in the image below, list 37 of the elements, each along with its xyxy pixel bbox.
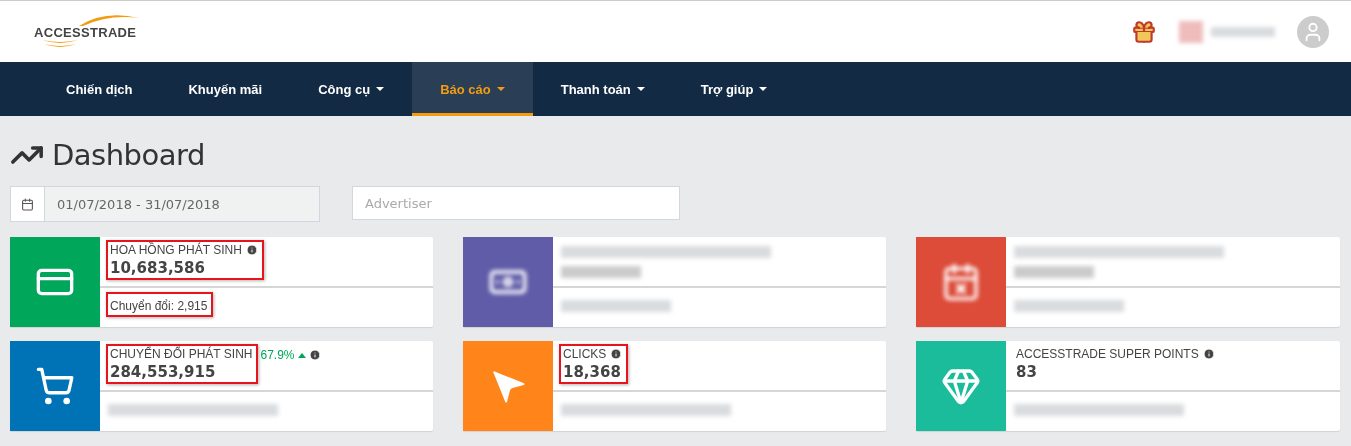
nav-tab[interactable]: Báo cáo xyxy=(412,62,533,116)
redacted-flag xyxy=(1179,20,1203,43)
info-icon[interactable] xyxy=(1202,348,1215,360)
stat-label: ACCESSTRADE SUPER POINTS xyxy=(1016,347,1199,361)
redacted-text xyxy=(1211,26,1275,37)
nav-tab[interactable]: Chiến dịch xyxy=(38,62,161,116)
diamond-icon xyxy=(941,366,981,406)
gift-icon[interactable] xyxy=(1131,18,1157,45)
info-icon[interactable] xyxy=(245,244,258,256)
swoosh-icon xyxy=(79,14,139,26)
stat-value: 83 xyxy=(1016,363,1038,381)
info-icon[interactable] xyxy=(308,349,321,361)
nav-tab[interactable]: Khuyến mãi xyxy=(160,62,291,116)
stat-label: CHUYỂN ĐỔI PHÁT SINH xyxy=(110,347,253,361)
trend-percent: 67.9% xyxy=(260,348,295,362)
stat-footer: Chuyển đổi: 2,915 xyxy=(110,299,208,313)
date-range-field[interactable]: 01/07/2018 - 31/07/2018 xyxy=(10,186,320,222)
caret-icon xyxy=(496,87,505,91)
stat-value: 10,683,586 xyxy=(110,259,206,277)
caret-icon xyxy=(376,87,385,91)
stat-value: 18,368 xyxy=(563,363,622,381)
shopping-cart-icon xyxy=(35,366,75,406)
stat-label: HOA HỒNG PHÁT SINH xyxy=(110,243,242,257)
stat-value: 284,553,915 xyxy=(110,363,217,381)
logo[interactable]: ACCESSTRADE xyxy=(34,26,137,40)
nav-tab[interactable]: Công cụ xyxy=(290,62,413,116)
page-title: Dashboard xyxy=(52,138,205,172)
caret-icon xyxy=(636,87,645,91)
swoosh-icon xyxy=(42,40,78,49)
caret-icon xyxy=(759,87,768,91)
nav-tab[interactable]: Trợ giúp xyxy=(672,62,796,116)
calendar-icon xyxy=(21,197,34,211)
advertiser-field[interactable]: Advertiser xyxy=(352,186,680,220)
nav-tab[interactable]: Thanh toán xyxy=(532,62,673,116)
stat-label: CLICKS xyxy=(563,347,607,361)
info-icon[interactable] xyxy=(610,348,623,360)
calendar-icon xyxy=(941,262,981,302)
